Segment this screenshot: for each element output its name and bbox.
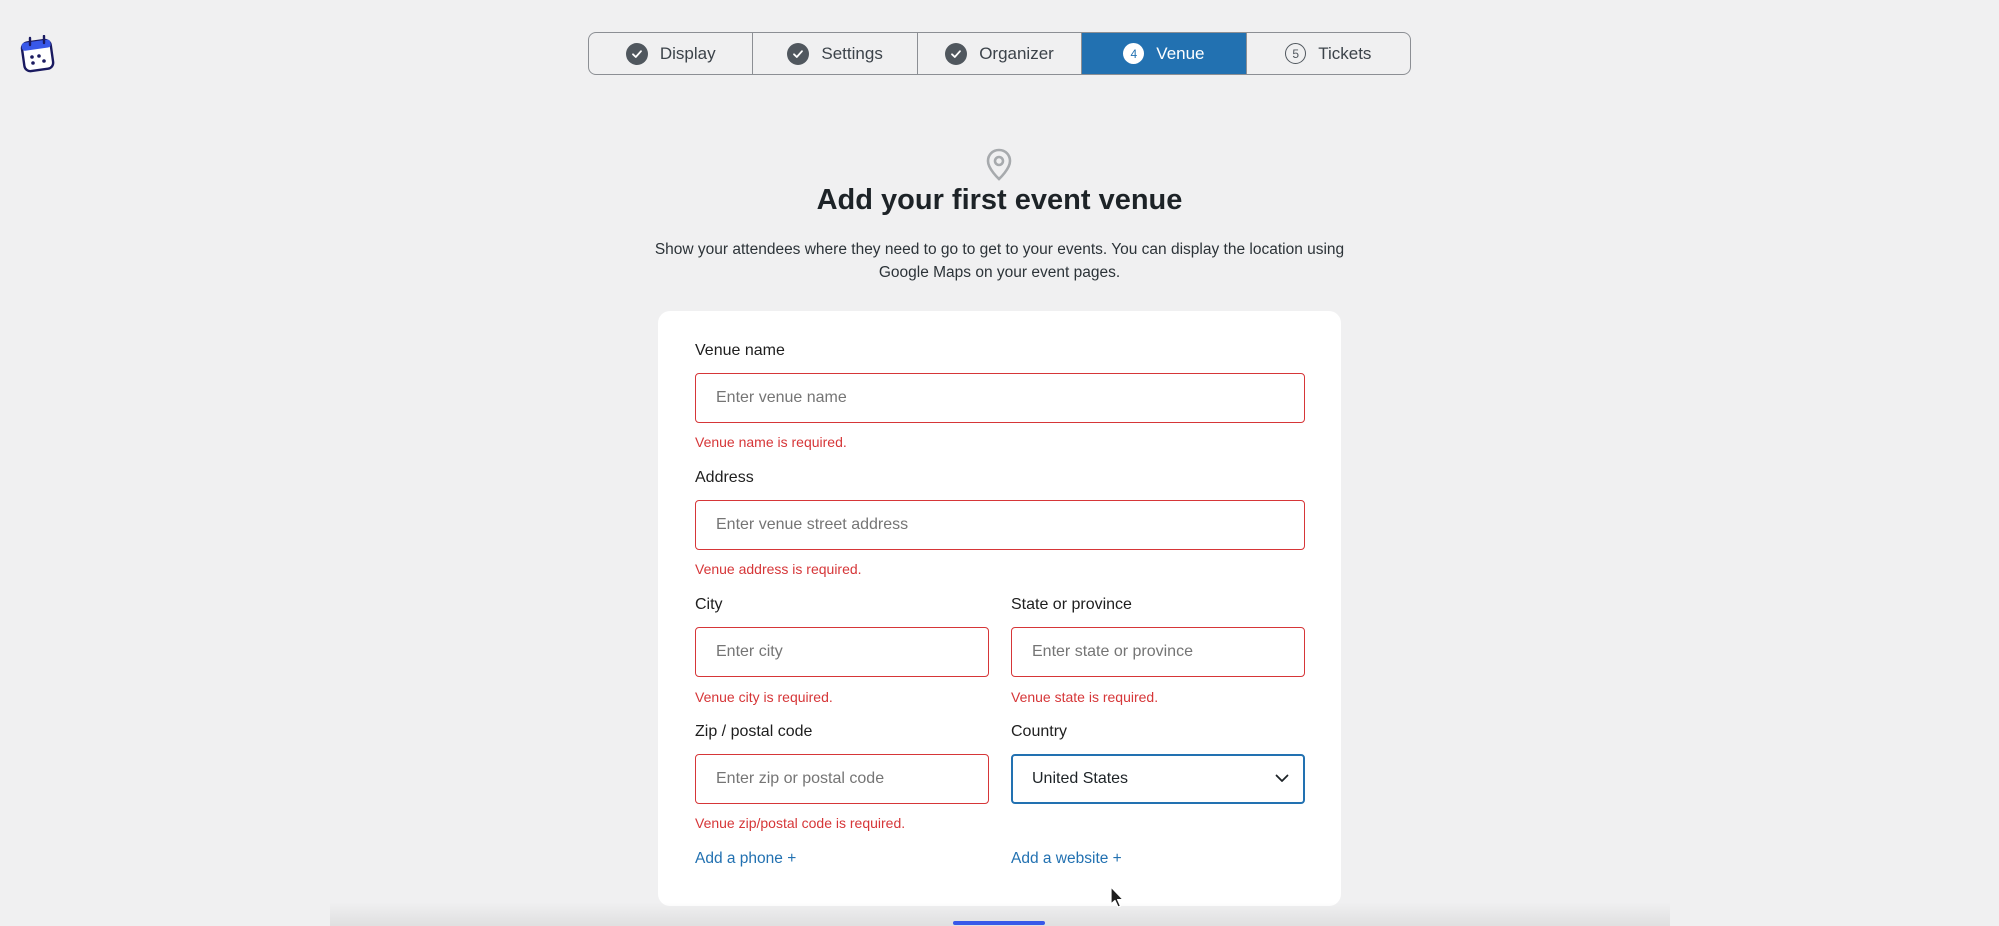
country-label: Country [1011,723,1068,740]
state-error: Venue state is required. [1011,689,1159,705]
zip-label: Zip / postal code [695,723,813,740]
step-number-icon: 4 [1123,43,1145,64]
bottom-indicator [953,921,1045,925]
step-label: Settings [821,43,883,63]
step-label: Organizer [979,43,1054,63]
step-tickets[interactable]: 5 Tickets [1247,33,1410,74]
venue-name-label: Venue name [695,342,785,359]
venue-name-input[interactable] [695,373,1305,423]
zip-input[interactable] [695,754,989,804]
country-value: United States [1032,770,1129,787]
address-input[interactable] [695,500,1305,550]
city-input[interactable] [695,627,989,677]
step-venue[interactable]: 4 Venue [1082,33,1247,74]
step-display[interactable]: Display [589,33,754,74]
step-label: Display [659,43,716,63]
wizard-steps: Display Settings Organizer 4 Venue 5 Tic… [588,32,1411,75]
step-label: Venue [1156,43,1205,63]
step-number-icon: 5 [1285,43,1307,64]
mouse-cursor-icon [1110,886,1126,910]
calendar-logo-icon [20,34,56,73]
address-label: Address [695,469,754,486]
city-label: City [695,596,723,613]
city-error: Venue city is required. [695,689,833,705]
add-phone-link[interactable]: Add a phone + [695,850,796,868]
zip-error: Venue zip/postal code is required. [695,815,906,831]
step-settings[interactable]: Settings [753,33,918,74]
page-description: Show your attendees where they need to g… [654,241,1345,281]
address-error: Venue address is required. [695,561,862,577]
venue-form-card: Venue name Venue name is required. Addre… [658,311,1341,906]
checkmark-icon [945,42,968,65]
state-input[interactable] [1011,627,1305,677]
location-pin-icon [985,148,1013,182]
chevron-down-icon [1275,770,1289,788]
checkmark-icon [787,42,810,65]
state-label: State or province [1011,596,1132,613]
step-organizer[interactable]: Organizer [918,33,1083,74]
add-website-link[interactable]: Add a website + [1011,850,1122,868]
venue-name-error: Venue name is required. [695,434,847,450]
page-title: Add your first event venue [816,184,1183,216]
checkmark-icon [625,42,648,65]
step-label: Tickets [1318,43,1372,63]
country-select[interactable]: United States [1011,754,1305,804]
